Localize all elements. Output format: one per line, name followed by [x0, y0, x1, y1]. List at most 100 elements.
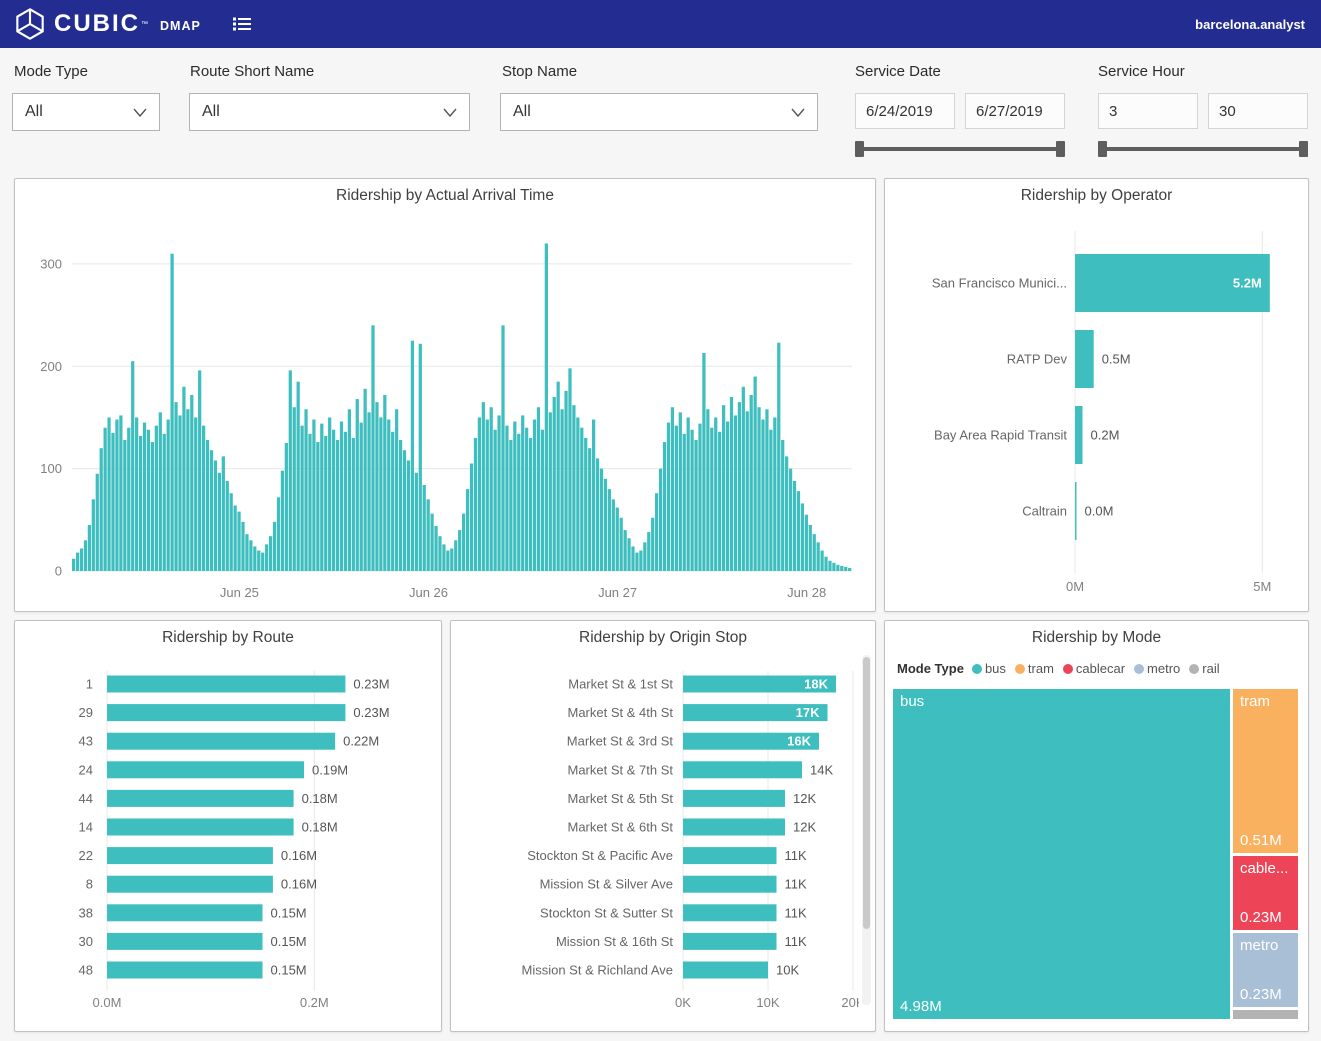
svg-text:29: 29: [79, 705, 93, 720]
stop-name-value: All: [513, 103, 531, 121]
chevron-down-icon: [133, 108, 147, 117]
service-date-from-input[interactable]: [855, 93, 955, 129]
card-ridership-by-operator: Ridership by Operator 0M5MSan Francisco …: [884, 178, 1309, 612]
route-short-name-dropdown[interactable]: All: [189, 93, 470, 131]
svg-text:Market St & 3rd St: Market St & 3rd St: [567, 734, 674, 749]
origin-stop-scrollbar[interactable]: [862, 655, 871, 1005]
scrollbar-thumb[interactable]: [863, 657, 870, 929]
route-chart[interactable]: 0.0M0.2M10.23M290.23M430.22M240.19M440.1…: [21, 651, 435, 1023]
svg-text:Mission St & Silver Ave: Mission St & Silver Ave: [540, 877, 673, 892]
svg-text:20K: 20K: [841, 995, 859, 1010]
svg-text:12K: 12K: [793, 820, 816, 835]
svg-text:Stockton St & Sutter St: Stockton St & Sutter St: [540, 905, 673, 920]
mode-type-dropdown[interactable]: All: [12, 93, 160, 131]
service-hour-label: Service Hour: [1098, 63, 1185, 80]
treemap-tile-bus[interactable]: bus4.98M: [893, 689, 1230, 1019]
treemap-tile-cablecar[interactable]: cable...0.23M: [1233, 856, 1298, 930]
legend-item-metro[interactable]: metro: [1134, 661, 1180, 676]
brand-text: CUBIC: [54, 10, 140, 38]
brand-trademark: ™: [141, 21, 148, 28]
service-date-slider-handle-left[interactable]: [855, 141, 864, 157]
svg-text:100: 100: [40, 461, 62, 476]
svg-text:5.2M: 5.2M: [1233, 276, 1262, 291]
svg-text:0.22M: 0.22M: [343, 734, 379, 749]
svg-text:0.23M: 0.23M: [353, 677, 389, 692]
svg-text:10K: 10K: [776, 963, 799, 978]
route-short-name-label: Route Short Name: [190, 63, 314, 80]
svg-text:0.19M: 0.19M: [312, 762, 348, 777]
svg-text:Market St & 7th St: Market St & 7th St: [568, 762, 674, 777]
svg-text:11K: 11K: [785, 848, 807, 863]
service-date-slider[interactable]: [855, 141, 1065, 157]
svg-text:30: 30: [79, 934, 93, 949]
svg-text:Market St & 4th St: Market St & 4th St: [568, 705, 674, 720]
svg-text:Caltrain: Caltrain: [1022, 504, 1067, 519]
svg-text:12K: 12K: [793, 791, 816, 806]
svg-text:17K: 17K: [796, 705, 820, 720]
svg-text:24: 24: [79, 762, 93, 777]
svg-text:38: 38: [79, 905, 93, 920]
service-hour-slider[interactable]: [1098, 141, 1308, 157]
svg-text:0.5M: 0.5M: [1102, 352, 1131, 367]
svg-text:0.2M: 0.2M: [300, 995, 329, 1010]
svg-text:0.16M: 0.16M: [281, 848, 317, 863]
svg-text:0.15M: 0.15M: [271, 934, 307, 949]
svg-text:Market St & 5th St: Market St & 5th St: [568, 791, 674, 806]
origin-stop-chart-title: Ridership by Origin Stop: [451, 621, 875, 647]
treemap-tile-rail[interactable]: [1233, 1010, 1298, 1019]
svg-text:0M: 0M: [1066, 579, 1084, 594]
legend-item-rail[interactable]: rail: [1189, 661, 1219, 676]
svg-text:Jun 27: Jun 27: [598, 585, 637, 600]
chevron-down-icon: [443, 108, 457, 117]
legend-dot: [1015, 664, 1025, 674]
svg-text:200: 200: [40, 359, 62, 374]
service-hour-from-input[interactable]: [1098, 93, 1198, 129]
arrival-time-chart-title: Ridership by Actual Arrival Time: [15, 179, 875, 205]
operator-chart[interactable]: 0M5MSan Francisco Munici...5.2MRATP Dev0…: [891, 209, 1302, 603]
svg-text:Market St & 6th St: Market St & 6th St: [568, 820, 674, 835]
svg-text:11K: 11K: [785, 877, 807, 892]
card-ridership-by-origin-stop: Ridership by Origin Stop 0K 10K 20K Market …: [450, 620, 876, 1032]
card-ridership-by-arrival-time: Ridership by Actual Arrival Time 0100200…: [14, 178, 876, 612]
legend-item-bus[interactable]: bus: [972, 661, 1006, 676]
service-date-to-input[interactable]: [965, 93, 1065, 129]
svg-text:Jun 28: Jun 28: [787, 585, 826, 600]
svg-text:14K: 14K: [810, 762, 833, 777]
top-navbar: CUBIC™ DMAP barcelona.analyst: [0, 0, 1321, 48]
legend-item-cablecar[interactable]: cablecar: [1063, 661, 1125, 676]
mode-treemap[interactable]: bus4.98Mtram0.51Mcable...0.23Mmetro0.23M: [893, 689, 1298, 1019]
svg-text:5M: 5M: [1253, 579, 1271, 594]
svg-text:44: 44: [79, 791, 93, 806]
origin-stop-chart[interactable]: 0K10K20KMarket St & 1st St18KMarket St &…: [455, 651, 859, 1023]
svg-text:0.15M: 0.15M: [271, 905, 307, 920]
svg-text:Mission St & Richland Ave: Mission St & Richland Ave: [522, 963, 674, 978]
user-account[interactable]: barcelona.analyst: [1195, 17, 1305, 32]
svg-text:1: 1: [86, 677, 93, 692]
svg-text:0.0M: 0.0M: [93, 995, 122, 1010]
svg-text:0K: 0K: [675, 995, 691, 1010]
mode-type-label: Mode Type: [14, 63, 88, 80]
card-ridership-by-mode: Ridership by Mode Mode Type bustram cablec…: [884, 620, 1309, 1032]
mode-legend-title: Mode Type: [897, 661, 964, 676]
legend-item-tram[interactable]: tram: [1015, 661, 1054, 676]
svg-text:11K: 11K: [785, 934, 807, 949]
chevron-down-icon: [791, 108, 805, 117]
svg-text:22: 22: [79, 848, 93, 863]
service-date-slider-handle-right[interactable]: [1056, 141, 1065, 157]
svg-text:0.16M: 0.16M: [281, 877, 317, 892]
svg-text:0.18M: 0.18M: [302, 791, 338, 806]
svg-text:11K: 11K: [785, 905, 807, 920]
service-hour-slider-handle-left[interactable]: [1098, 141, 1107, 157]
treemap-tile-tram[interactable]: tram0.51M: [1233, 689, 1298, 853]
arrival-time-chart[interactable]: 0100200300Jun 25Jun 26Jun 27Jun 28: [22, 209, 866, 607]
stop-name-dropdown[interactable]: All: [500, 93, 818, 131]
legend-dot: [1134, 664, 1144, 674]
menu-icon[interactable]: [231, 13, 253, 35]
mode-chart-title: Ridership by Mode: [885, 621, 1308, 647]
route-short-name-value: All: [202, 103, 220, 121]
service-hour-slider-handle-right[interactable]: [1299, 141, 1308, 157]
svg-text:0.18M: 0.18M: [302, 820, 338, 835]
service-hour-to-input[interactable]: [1208, 93, 1308, 129]
cubic-logo-icon: [14, 8, 46, 40]
treemap-tile-metro[interactable]: metro0.23M: [1233, 933, 1298, 1007]
